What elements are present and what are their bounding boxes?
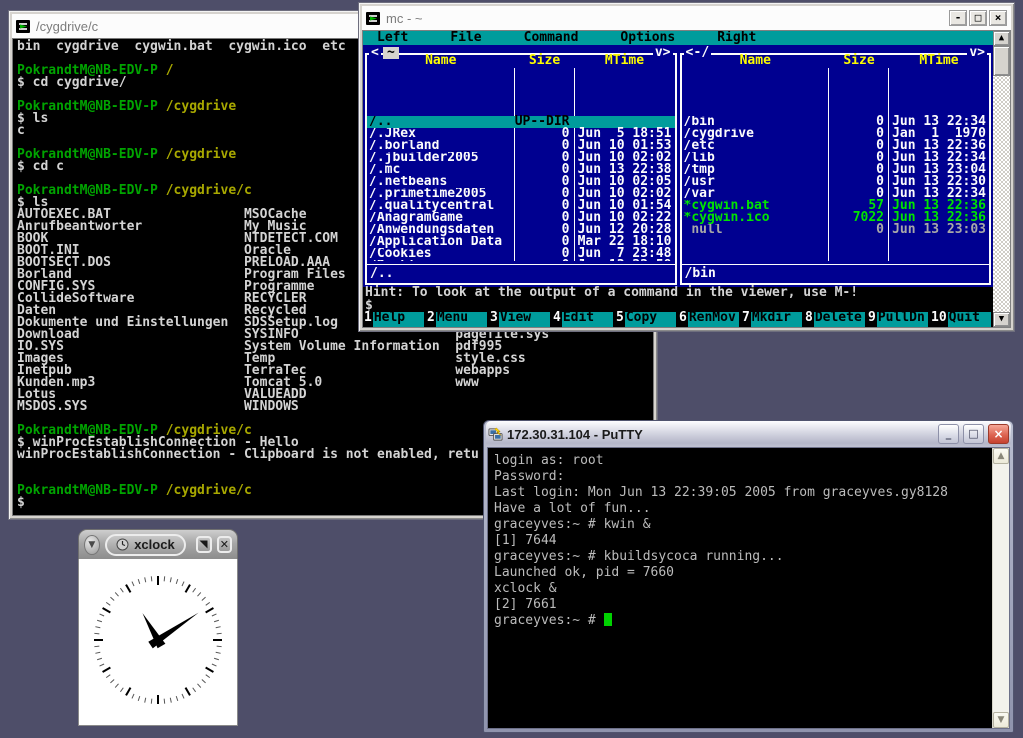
mc-titlebar[interactable]: mc - ~ - □ × bbox=[362, 6, 1011, 30]
terminal-line: Have a lot of fun... bbox=[494, 501, 992, 517]
putty-titlebar[interactable]: 172.30.31.104 - PuTTY _ □ × bbox=[486, 421, 1011, 447]
mc-left-panel[interactable]: < ~ v> Name Size MTime /..UP--DIR/.JRex0… bbox=[365, 53, 677, 285]
fkey-renmov[interactable]: 6RenMov bbox=[678, 312, 741, 327]
left-panel-ministatus: /.. bbox=[367, 264, 675, 282]
terminal-line: Password: bbox=[494, 469, 992, 485]
window-menu-icon[interactable]: ▼ bbox=[84, 535, 100, 555]
panel-scroll-left-icon[interactable]: < bbox=[369, 47, 381, 59]
mc-right-panel[interactable]: -/ < v> Name Size MTime /bin0Jun 13 22:3… bbox=[680, 53, 992, 285]
scrollbar-track[interactable] bbox=[993, 464, 1009, 712]
file-row[interactable]: /Desktop0Jun 13 22:58 bbox=[367, 260, 675, 261]
minimize-button[interactable]: - bbox=[949, 10, 967, 26]
terminal-line: xclock & bbox=[494, 581, 992, 597]
fkey-pulldn[interactable]: 9PullDn bbox=[867, 312, 930, 327]
terminal-line: login as: root bbox=[494, 453, 992, 469]
close-button[interactable]: ✕ bbox=[217, 536, 232, 553]
clock-icon bbox=[116, 538, 129, 551]
left-panel-headers: Name Size MTime bbox=[367, 55, 675, 68]
fkey-mkdir[interactable]: 7Mkdir bbox=[741, 312, 804, 327]
fkey-help[interactable]: 1Help bbox=[363, 312, 426, 327]
xclock-title-pill: xclock bbox=[105, 534, 187, 556]
maximize-button[interactable]: □ bbox=[963, 424, 984, 444]
terminal-line: MSDOS.SYS WINDOWS bbox=[17, 401, 653, 413]
maximize-button[interactable] bbox=[196, 536, 211, 553]
maximize-button[interactable]: □ bbox=[969, 10, 987, 26]
cygwin-icon bbox=[16, 19, 31, 34]
terminal-line: Last login: Mon Jun 13 22:39:05 2005 fro… bbox=[494, 485, 992, 501]
xclock-window-title: xclock bbox=[134, 537, 174, 552]
mc-menu-right[interactable]: Right bbox=[717, 32, 756, 44]
right-panel-ministatus: /bin bbox=[682, 264, 990, 282]
xclock-face bbox=[78, 559, 238, 726]
xclock-titlebar[interactable]: ▼ xclock ✕ bbox=[78, 529, 238, 559]
scroll-down-icon[interactable]: ▼ bbox=[993, 712, 1009, 728]
xclock-window: ▼ xclock ✕ bbox=[78, 529, 238, 722]
mc-window: mc - ~ - □ × Left File Command Options Right… bbox=[358, 2, 1015, 332]
mc-menu-options[interactable]: Options bbox=[620, 32, 675, 44]
scroll-up-icon[interactable]: ▲ bbox=[993, 448, 1009, 464]
mc-window-title: mc - ~ bbox=[386, 11, 944, 26]
terminal-line: Launched ok, pid = 7660 bbox=[494, 565, 992, 581]
scroll-up-icon[interactable]: ▲ bbox=[993, 31, 1010, 46]
column-header-size[interactable]: Size bbox=[829, 55, 889, 68]
minimize-button[interactable]: _ bbox=[938, 424, 959, 444]
putty-scrollbar[interactable]: ▲ ▼ bbox=[992, 448, 1009, 728]
mc-function-keybar: 1Help2Menu3View4Edit5Copy6RenMov7Mkdir8D… bbox=[363, 312, 993, 327]
scrollbar-thumb[interactable] bbox=[993, 46, 1010, 76]
mc-app-icon bbox=[366, 11, 381, 26]
mc-menubar: Left File Command Options Right bbox=[363, 31, 993, 45]
close-button[interactable]: × bbox=[988, 424, 1009, 444]
putty-icon bbox=[488, 427, 503, 442]
mc-hint-line: Hint: To look at the output of a command… bbox=[363, 287, 993, 300]
fkey-delete[interactable]: 8Delete bbox=[804, 312, 867, 327]
putty-terminal[interactable]: login as: rootPassword:Last login: Mon J… bbox=[488, 448, 992, 728]
panel-scroll-right-icon[interactable]: v> bbox=[967, 47, 987, 59]
scrollbar-track[interactable] bbox=[993, 76, 1010, 312]
maximize-icon bbox=[198, 539, 209, 550]
close-button[interactable]: × bbox=[989, 10, 1007, 26]
fkey-edit[interactable]: 4Edit bbox=[552, 312, 615, 327]
putty-window-title: 172.30.31.104 - PuTTY bbox=[507, 427, 934, 442]
terminal-line: graceyves:~ # bbox=[494, 613, 992, 629]
terminal-cursor bbox=[604, 613, 612, 626]
scroll-down-icon[interactable]: ▼ bbox=[993, 312, 1010, 327]
terminal-line: [1] 7644 bbox=[494, 533, 992, 549]
right-panel-headers: Name Size MTime bbox=[682, 55, 990, 68]
fkey-view[interactable]: 3View bbox=[489, 312, 552, 327]
putty-window: 172.30.31.104 - PuTTY _ □ × login as: ro… bbox=[483, 420, 1014, 733]
mc-scrollbar[interactable]: ▲ ▼ bbox=[993, 31, 1010, 327]
mc-menu-file[interactable]: File bbox=[450, 32, 481, 44]
mc-menu-command[interactable]: Command bbox=[524, 32, 579, 44]
terminal-line: graceyves:~ # kbuildsycoca running... bbox=[494, 549, 992, 565]
panel-scroll-left-icon[interactable]: < bbox=[684, 47, 696, 59]
fkey-quit[interactable]: 10Quit bbox=[930, 312, 993, 327]
analog-clock bbox=[79, 559, 237, 720]
panel-scroll-right-icon[interactable]: v> bbox=[653, 47, 673, 59]
file-row[interactable]: null0Jun 13 23:03 bbox=[682, 224, 990, 236]
desktop: { "colors": { "desktop": "#4e4e69", "mc_… bbox=[0, 0, 1023, 738]
mc-menu-left[interactable]: Left bbox=[377, 32, 408, 44]
fkey-menu[interactable]: 2Menu bbox=[426, 312, 489, 327]
column-header-size[interactable]: Size bbox=[515, 55, 575, 68]
mc-panels: < ~ v> Name Size MTime /..UP--DIR/.JRex0… bbox=[363, 45, 993, 287]
left-panel-path: ~ bbox=[383, 47, 399, 59]
minute-hand bbox=[148, 609, 201, 648]
terminal-line: graceyves:~ # kwin & bbox=[494, 517, 992, 533]
fkey-copy[interactable]: 5Copy bbox=[615, 312, 678, 327]
terminal-line: [2] 7661 bbox=[494, 597, 992, 613]
